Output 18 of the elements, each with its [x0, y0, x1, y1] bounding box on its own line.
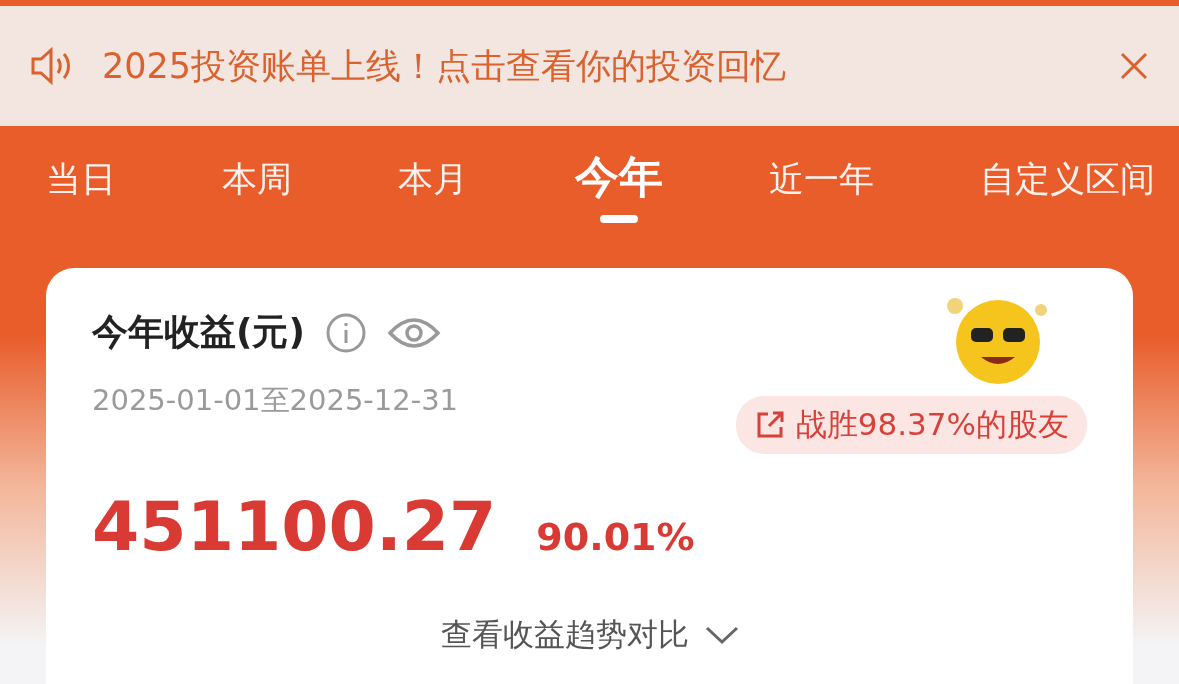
info-icon[interactable]	[324, 311, 367, 354]
earnings-rate: 90.01%	[536, 515, 695, 559]
period-tab[interactable]: 当日	[46, 148, 116, 228]
date-range: 2025-01-01至2025-12-31	[92, 382, 460, 419]
chevron-down-icon	[704, 625, 739, 645]
banner-text[interactable]: 2025投资账单上线！点击查看你的投资回忆	[102, 42, 1091, 90]
announcement-banner[interactable]: 2025投资账单上线！点击查看你的投资回忆	[0, 6, 1179, 126]
period-tab[interactable]: 本月	[398, 148, 469, 228]
period-tab[interactable]: 自定义区间	[979, 148, 1155, 228]
ranking-badge[interactable]: 战胜98.37%的股友	[735, 396, 1087, 454]
close-icon[interactable]	[1119, 51, 1149, 81]
badge-text: 战胜98.37%的股友	[795, 405, 1069, 444]
period-tab[interactable]: 本周	[222, 148, 293, 228]
earnings-amount: 451100.27	[92, 487, 497, 566]
card-title: 今年收益(元)	[92, 310, 305, 354]
period-tab[interactable]: 今年	[574, 148, 663, 228]
period-tab[interactable]: 近一年	[768, 148, 874, 228]
trend-link[interactable]: 查看收益趋势对比	[440, 614, 739, 656]
